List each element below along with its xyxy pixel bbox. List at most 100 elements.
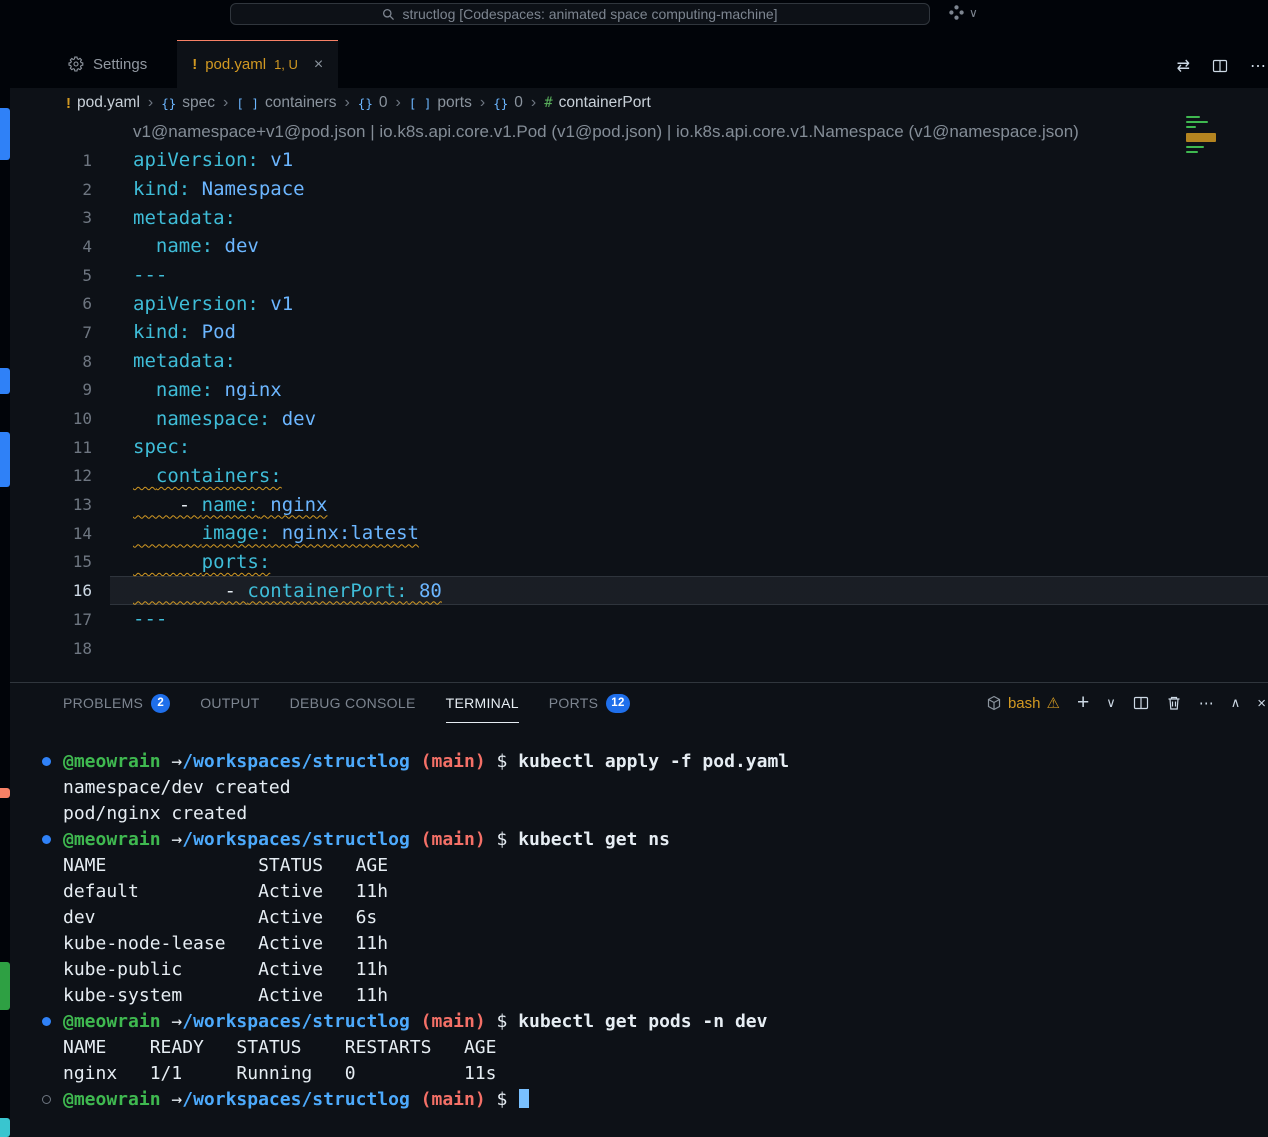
maximize-panel-button[interactable]: ∧ [1231,695,1241,711]
terminal-text: @meowrain →/workspaces/structlog (main) … [63,1089,529,1110]
close-panel-button[interactable]: × [1257,695,1266,712]
code-line[interactable]: 9 name: nginx [0,376,1268,405]
code-line[interactable]: 6apiVersion: v1 [0,289,1268,318]
terminal-text: namespace/dev created [63,777,291,798]
activity-mark [0,108,10,160]
code-line[interactable]: 12 containers: [0,462,1268,491]
command-decoration[interactable] [42,835,51,844]
editor-lines[interactable]: 1apiVersion: v12kind: Namespace3metadata… [0,146,1268,662]
code-line[interactable]: 13 - name: nginx [0,490,1268,519]
code-line[interactable]: 17--- [0,605,1268,634]
code-token: - [133,494,202,516]
panel-tab-output[interactable]: OUTPUT [200,683,259,723]
code-text: kind: Namespace [92,178,305,200]
code-line[interactable]: 7kind: Pod [0,318,1268,347]
terminal-line: NAME STATUS AGE [0,853,1268,879]
panel-tabs: PROBLEMS2 OUTPUT DEBUG CONSOLE TERMINAL PORT… [63,683,630,723]
split-terminal-button[interactable] [1133,695,1149,711]
code-token [133,465,156,487]
terminal-token: → [171,829,182,850]
terminal-token [161,1089,172,1110]
minimap[interactable] [1182,114,1268,184]
breadcrumb-item[interactable]: {}0 [493,94,523,112]
tab-settings-label: Settings [93,56,147,73]
activity-mark [0,788,10,798]
terminal-line: nginx 1/1 Running 0 11s [0,1061,1268,1087]
panel-tab-debug-console[interactable]: DEBUG CONSOLE [290,683,416,723]
breadcrumb-item[interactable]: [ ]ports [409,94,472,112]
terminal-token [161,829,172,850]
terminal-token: dev Active 6s [63,907,377,928]
command-decoration[interactable] [42,757,51,766]
breadcrumb-item[interactable]: {}spec [161,94,215,112]
remote-menu[interactable]: ∨ [948,4,978,21]
title-bar: structlog [Codespaces: animated space co… [0,0,1268,27]
terminal-token: $ [486,1089,519,1110]
split-editor-icon[interactable] [1212,58,1228,74]
code-line[interactable]: 3metadata: [0,203,1268,232]
code-line[interactable]: 8metadata: [0,347,1268,376]
line-number: 7 [0,323,92,342]
code-line[interactable]: 15 ports: [0,548,1268,577]
breadcrumb-label: 0 [379,94,388,112]
minimap-mark [1186,121,1208,123]
terminal-token: @meowrain [63,1089,161,1110]
line-number: 8 [0,352,92,371]
terminal-toolbar: bash ⚠ + ∨ ⋯ ∧ × [986,683,1268,723]
terminal-text: NAME READY STATUS RESTARTS AGE [63,1037,496,1058]
panel-tab-problems[interactable]: PROBLEMS2 [63,683,170,723]
code-token: containers: [156,465,282,487]
terminal-line: @meowrain →/workspaces/structlog (main) … [0,749,1268,775]
command-decoration[interactable] [42,1095,51,1104]
panel-header: PROBLEMS2 OUTPUT DEBUG CONSOLE TERMINAL PORT… [0,683,1268,723]
tab-settings[interactable]: Settings [38,40,177,88]
code-line[interactable]: 14 image: nginx:latest [0,519,1268,548]
terminal-token: NAME READY STATUS RESTARTS AGE [63,1037,496,1058]
breadcrumb-separator: › [530,94,537,112]
tab-problems-badge: 1, U [274,57,298,72]
command-center-search[interactable]: structlog [Codespaces: animated space co… [230,3,930,25]
shell-cube-icon [986,695,1002,711]
terminal-line: NAME READY STATUS RESTARTS AGE [0,1035,1268,1061]
panel-tab-terminal[interactable]: TERMINAL [446,683,519,723]
terminal-token: → [171,751,182,772]
code-line[interactable]: 16 - containerPort: 80 [0,576,1268,605]
terminal-profile-item[interactable]: bash ⚠ [986,694,1060,712]
line-number: 4 [0,237,92,256]
open-changes-icon[interactable]: ⇄ [1177,56,1190,76]
more-actions-icon[interactable]: ⋯ [1250,56,1266,76]
line-number: 12 [0,466,92,485]
kill-terminal-button[interactable] [1166,695,1182,711]
code-token: apiVersion: [133,293,259,315]
activity-strip[interactable] [0,27,10,1137]
code-line[interactable]: 1apiVersion: v1 [0,146,1268,175]
close-tab-icon[interactable]: × [314,57,323,73]
terminal-text: kube-system Active 11h [63,985,388,1006]
command-decoration[interactable] [42,1017,51,1026]
panel-more-actions-button[interactable]: ⋯ [1199,694,1214,712]
code-line[interactable]: 10 namespace: dev [0,404,1268,433]
terminal-line: kube-node-lease Active 11h [0,931,1268,957]
code-text: name: nginx [92,379,282,401]
count-badge: 2 [151,694,170,713]
terminal-line: default Active 11h [0,879,1268,905]
breadcrumb-item[interactable]: !pod.yaml [66,94,140,112]
new-terminal-button[interactable]: + [1077,691,1089,715]
code-line[interactable]: 11spec: [0,433,1268,462]
code-line[interactable]: 2kind: Namespace [0,175,1268,204]
terminal-content[interactable]: @meowrain →/workspaces/structlog (main) … [0,723,1268,1137]
terminal-profiles-chevron[interactable]: ∨ [1106,695,1116,711]
panel-tab-ports[interactable]: PORTS12 [549,683,630,723]
terminal-text: pod/nginx created [63,803,247,824]
tab-pod-yaml[interactable]: ! pod.yaml 1, U × [177,40,338,88]
code-text: name: dev [92,235,259,257]
code-token: ports: [202,551,271,573]
terminal-text: dev Active 6s [63,907,377,928]
code-line[interactable]: 5--- [0,261,1268,290]
code-text: spec: [92,436,190,458]
breadcrumb-item[interactable]: #containerPort [544,94,651,112]
breadcrumb-item[interactable]: [ ]containers [236,94,336,112]
breadcrumb-item[interactable]: {}0 [358,94,388,112]
code-line[interactable]: 4 name: dev [0,232,1268,261]
code-line[interactable]: 18 [0,634,1268,663]
